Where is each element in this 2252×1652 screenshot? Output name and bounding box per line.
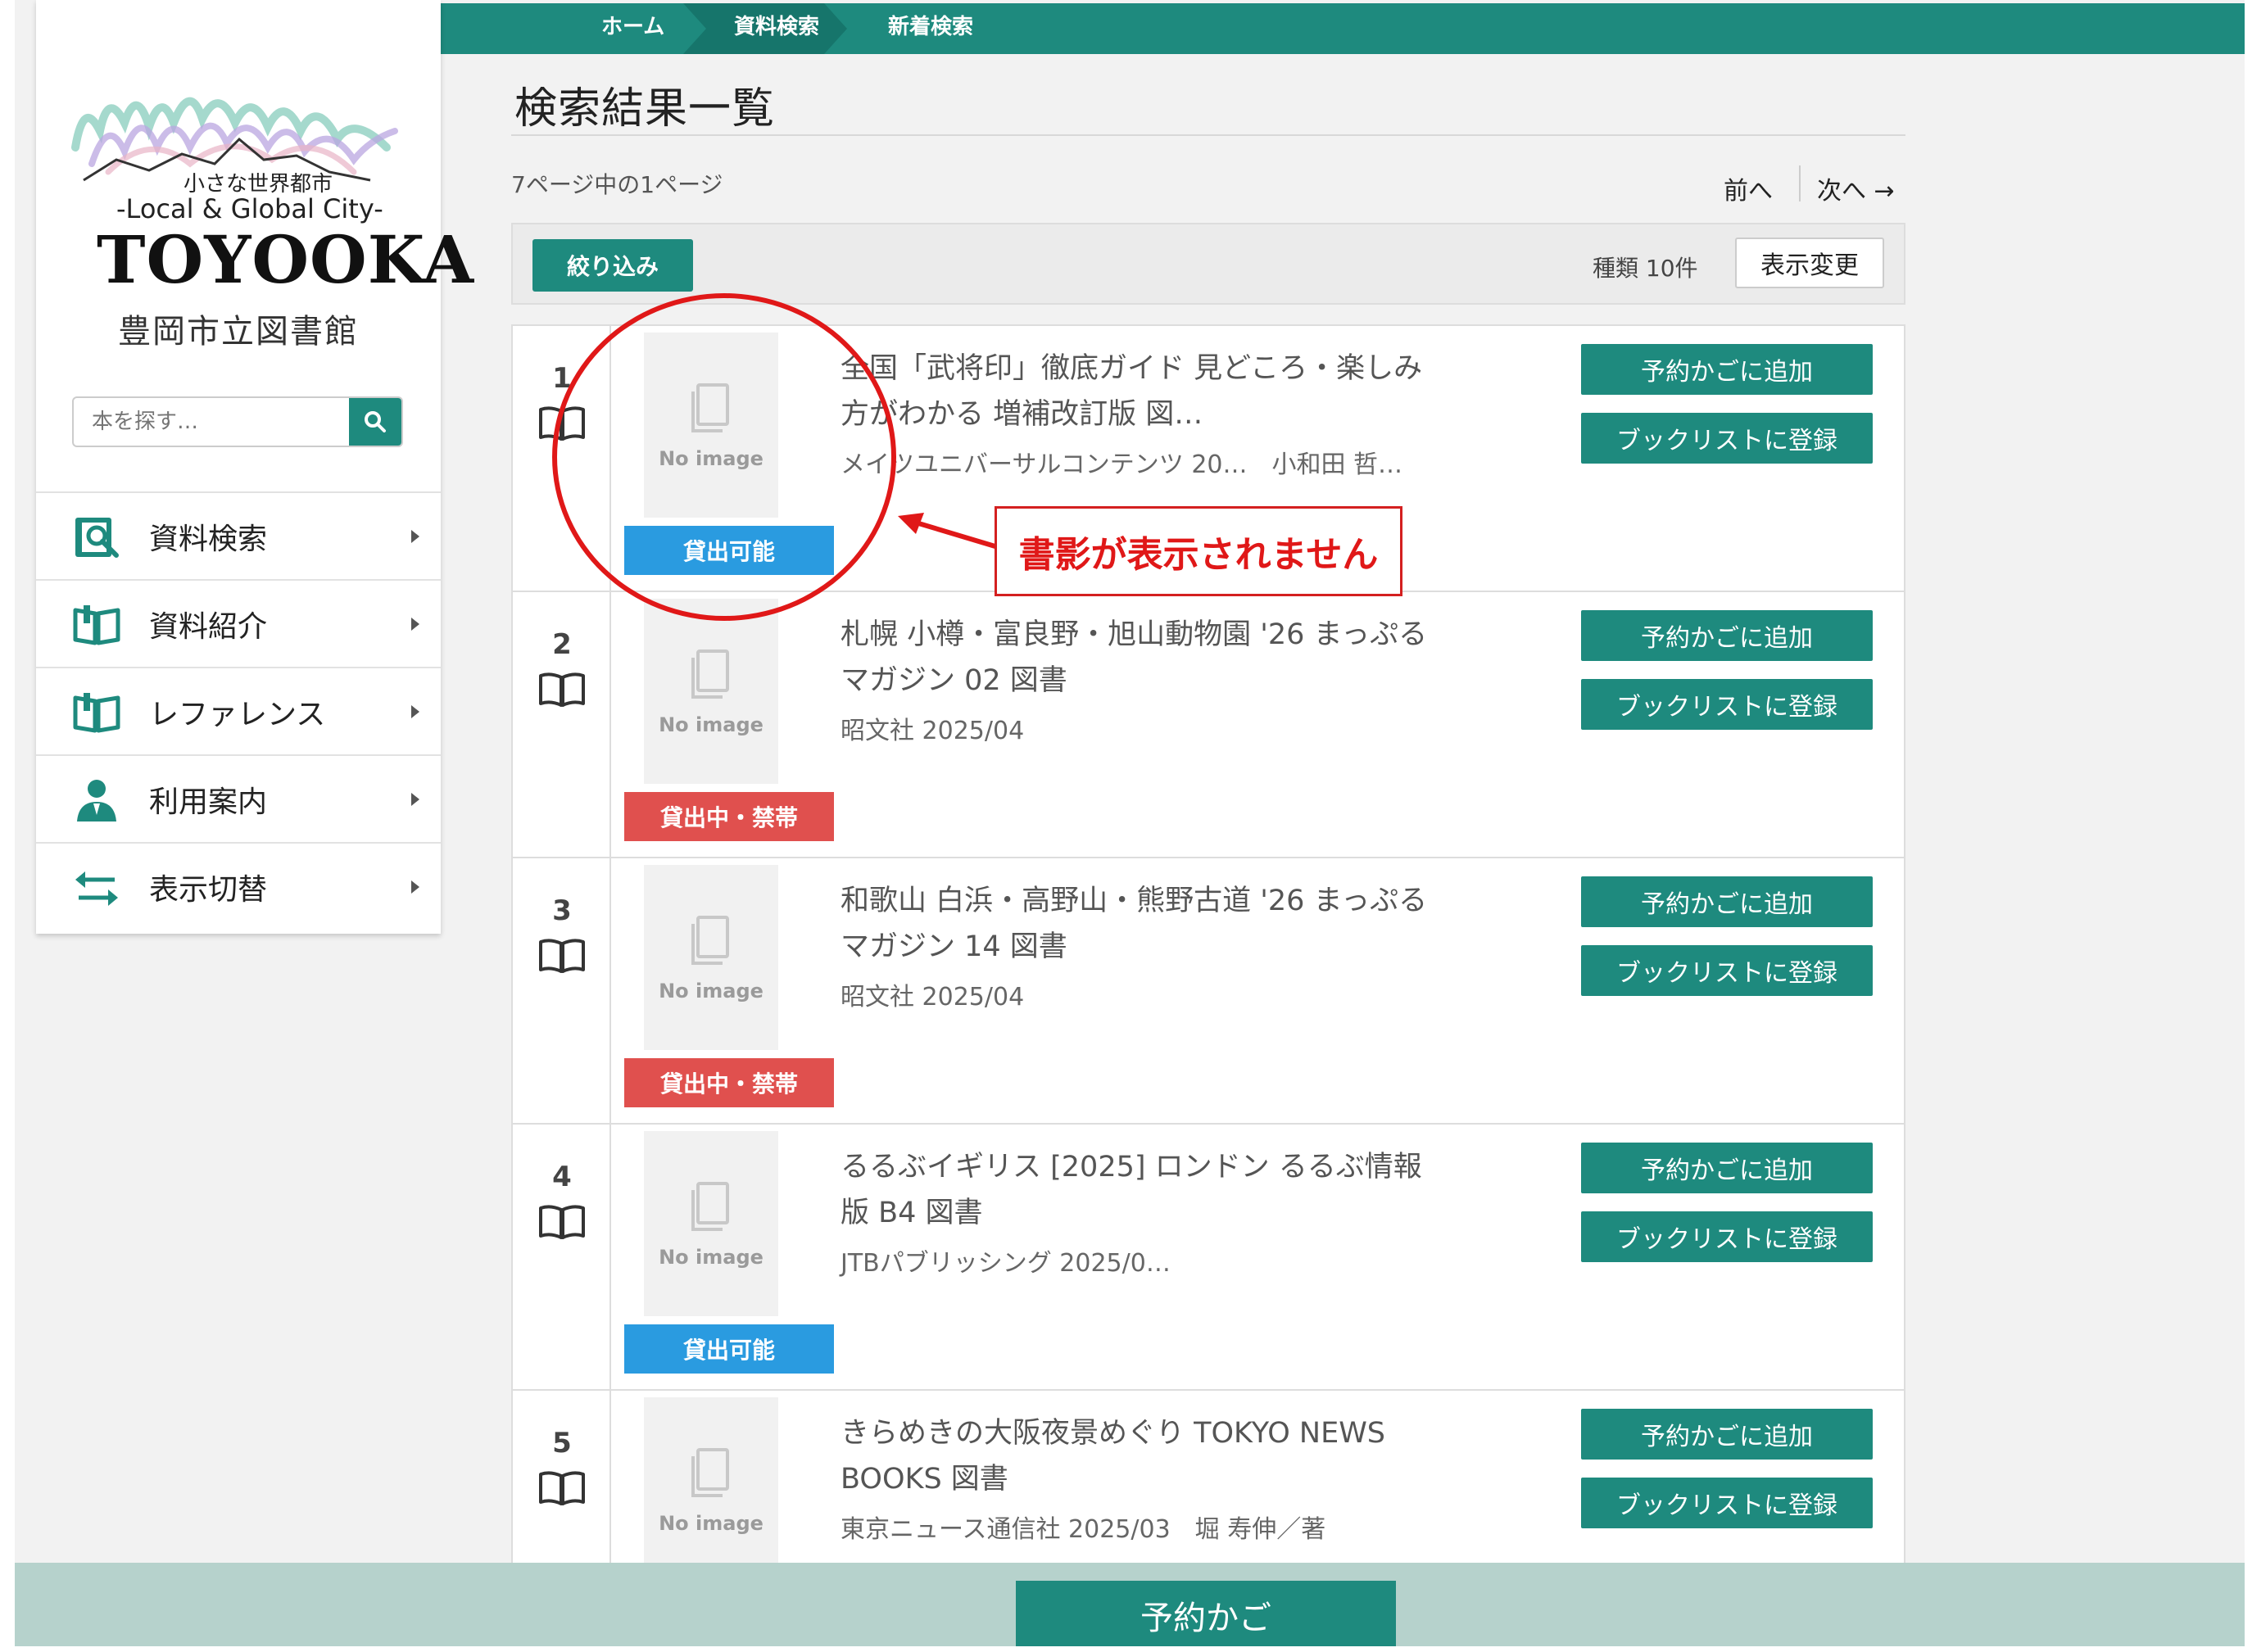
reserve-cart-button[interactable]: 予約かご <box>1016 1581 1396 1646</box>
library-name: 豊岡市立図書館 <box>118 313 359 351</box>
caret-right-icon <box>411 792 419 806</box>
pager-next-link[interactable]: 次へ → <box>1817 170 1895 206</box>
search-button[interactable] <box>349 398 401 446</box>
row-number-column: 3 <box>513 858 611 1125</box>
add-to-booklist-button[interactable]: ブックリストに登録 <box>1581 679 1873 730</box>
book-thumbnail[interactable]: No image <box>644 1131 778 1316</box>
pager-divider <box>1799 165 1801 201</box>
open-book-icon <box>539 1471 585 1505</box>
caret-right-icon <box>411 529 419 543</box>
sidebar-item-material-search[interactable]: 資料検索 <box>36 491 441 579</box>
filter-button[interactable]: 絞り込み <box>532 239 693 292</box>
book-title-link[interactable]: 和歌山 白浜・高野山・熊野古道 '26 まっぷるマガジン 14 図書 <box>841 878 1447 970</box>
search-icon <box>365 411 386 432</box>
page-frame: ホーム 資料検索 新着検索 小さな世界都市 -Local & Global Ci… <box>15 0 2245 1646</box>
book-thumbnail[interactable]: No image <box>644 865 778 1050</box>
no-image-book-icon <box>691 649 729 699</box>
book-thumbnail[interactable]: No image <box>644 599 778 784</box>
annotation-arrow-icon <box>898 513 999 550</box>
sidebar-item-label: レファレンス <box>149 697 326 731</box>
sidebar-item-label: 資料紹介 <box>149 609 268 644</box>
add-to-reserve-cart-button[interactable]: 予約かごに追加 <box>1581 1409 1873 1460</box>
result-row: 4 No image 貸出可能 るるぶイギリス [2025] ロンドン るるぶ情… <box>513 1125 1904 1391</box>
sidebar-item-reference[interactable]: レファレンス <box>36 667 441 754</box>
add-to-booklist-button[interactable]: ブックリストに登録 <box>1581 1478 1873 1528</box>
nav-new-arrivals[interactable]: 新着検索 <box>888 3 973 54</box>
row-number: 4 <box>552 1161 572 1193</box>
sidebar-item-label: 利用案内 <box>149 785 268 819</box>
caret-right-icon <box>411 704 419 718</box>
no-image-book-icon <box>691 1182 729 1231</box>
annotation-callout: 書影が表示されません <box>995 506 1402 596</box>
page-count: 7ページ中の1ページ <box>511 171 723 198</box>
book-thumbnail[interactable]: No image <box>644 1397 778 1582</box>
sidebar-item-label: 資料検索 <box>149 522 268 556</box>
book-title-link[interactable]: 札幌 小樽・富良野・旭山動物園 '26 まっぷるマガジン 02 図書 <box>841 612 1447 704</box>
toyooka-logo[interactable]: 小さな世界都市 -Local & Global City- TOYOOKA <box>59 82 474 298</box>
book-title-link[interactable]: きらめきの大阪夜景めぐり TOKYO NEWS BOOKS 図書 <box>841 1410 1447 1502</box>
footer-bar: 予約かご <box>15 1563 2245 1646</box>
open-book-icon <box>539 939 585 973</box>
add-to-reserve-cart-button[interactable]: 予約かごに追加 <box>1581 344 1873 395</box>
sidebar-item-usage-guide[interactable]: 利用案内 <box>36 754 441 842</box>
switch-arrows-icon <box>75 871 118 906</box>
no-image-text: No image <box>659 1246 764 1269</box>
sidebar-item-display-switch[interactable]: 表示切替 <box>36 842 441 930</box>
display-change-button[interactable]: 表示変更 <box>1735 238 1884 288</box>
add-to-reserve-cart-button[interactable]: 予約かごに追加 <box>1581 876 1873 927</box>
add-to-booklist-button[interactable]: ブックリストに登録 <box>1581 1211 1873 1262</box>
row-number: 5 <box>552 1427 572 1460</box>
caret-right-icon <box>411 617 419 631</box>
status-badge: 貸出中・禁帯 <box>624 1058 834 1107</box>
book-meta: JTBパブリッシング 2025/0… <box>841 1249 1171 1278</box>
no-image-book-icon <box>691 1448 729 1497</box>
book-meta: 東京ニュース通信社 2025/03 堀 寿伸／著 <box>841 1515 1326 1544</box>
no-image-text: No image <box>659 1512 764 1535</box>
row-number-column: 4 <box>513 1125 611 1391</box>
nav-home[interactable]: ホーム <box>601 3 664 54</box>
sidebar-search <box>72 396 403 447</box>
add-to-booklist-button[interactable]: ブックリストに登録 <box>1581 945 1873 996</box>
top-navigation: ホーム 資料検索 新着検索 <box>441 3 2245 54</box>
open-book-icon <box>539 1205 585 1239</box>
nav-material-search[interactable]: 資料検索 <box>734 3 819 54</box>
no-image-text: No image <box>659 713 764 736</box>
page-title: 検索結果一覧 <box>514 84 776 134</box>
row-number: 3 <box>552 894 572 927</box>
annotation-circle <box>552 293 896 621</box>
sidebar-item-material-intro[interactable]: 資料紹介 <box>36 579 441 667</box>
no-image-book-icon <box>691 916 729 965</box>
results-toolbar: 絞り込み 種類 10件 表示変更 <box>511 223 1905 305</box>
book-title-link[interactable]: るるぶイギリス [2025] ロンドン るるぶ情報版 B4 図書 <box>841 1144 1447 1236</box>
sidebar: 小さな世界都市 -Local & Global City- TOYOOKA 豊岡… <box>36 0 474 934</box>
open-book-icon <box>73 605 120 645</box>
open-book-icon <box>73 693 120 733</box>
pager-prev-link[interactable]: 前へ <box>1724 170 1773 206</box>
result-row: 2 No image 貸出中・禁帯 札幌 小樽・富良野・旭山動物園 '26 まっ… <box>513 592 1904 858</box>
add-to-booklist-button[interactable]: ブックリストに登録 <box>1581 413 1873 464</box>
status-badge: 貸出中・禁帯 <box>624 792 834 841</box>
person-icon <box>77 780 116 821</box>
sidebar-item-label: 表示切替 <box>149 872 268 907</box>
logo-tagline: -Local & Global City- <box>116 193 383 224</box>
book-meta: 昭文社 2025/04 <box>841 983 1025 1012</box>
result-row: 3 No image 貸出中・禁帯 和歌山 白浜・高野山・熊野古道 '26 まっ… <box>513 858 1904 1125</box>
add-to-reserve-cart-button[interactable]: 予約かごに追加 <box>1581 1143 1873 1193</box>
row-number-column: 2 <box>513 592 611 858</box>
book-meta: 昭文社 2025/04 <box>841 717 1025 745</box>
add-to-reserve-cart-button[interactable]: 予約かごに追加 <box>1581 610 1873 661</box>
caret-right-icon <box>411 880 419 894</box>
no-image-text: No image <box>659 980 764 1003</box>
open-book-icon <box>539 672 585 707</box>
logo-wordmark: TOYOOKA <box>97 221 475 298</box>
row-number: 2 <box>552 628 572 661</box>
sidebar-nav: 資料検索 資料紹介 レファレンス 利用案内 表示切替 <box>36 491 441 930</box>
search-book-icon <box>75 518 119 558</box>
book-meta: メイツユニバーサルコンテンツ 20… 小和田 哲… <box>841 450 1403 479</box>
kind-count: 種類 10件 <box>1593 255 1698 282</box>
title-divider <box>511 134 1905 136</box>
status-badge: 貸出可能 <box>624 1324 834 1374</box>
book-title-link[interactable]: 全国「武将印」徹底ガイド 見どころ・楽しみ方がわかる 増補改訂版 図… <box>841 346 1447 437</box>
search-input[interactable] <box>74 398 349 446</box>
